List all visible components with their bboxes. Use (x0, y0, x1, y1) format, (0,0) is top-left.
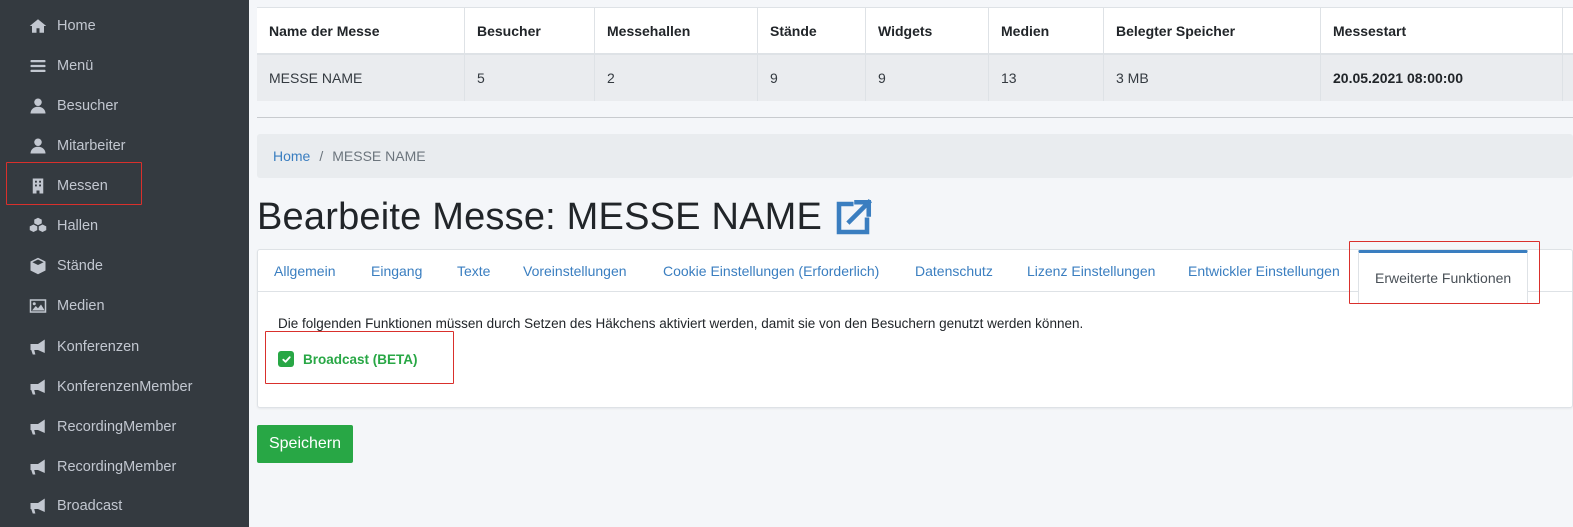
tab-cookie-einstellungen[interactable]: Cookie Einstellungen (Erforderlich) (663, 250, 879, 292)
sidebar-item-label: Medien (57, 298, 105, 314)
tab-lizenz-einstellungen[interactable]: Lizenz Einstellungen (1027, 250, 1155, 292)
sidebar-item-messen[interactable]: Messen (0, 166, 249, 206)
sidebar-item-label: Besucher (57, 98, 119, 114)
sidebar-item-label: Hallen (57, 218, 99, 234)
cubes-icon (28, 216, 48, 236)
header-cell: Besucher (465, 8, 595, 53)
table-cell: MESSE NAME (257, 55, 465, 101)
breadcrumb-home-link[interactable]: Home (273, 148, 310, 164)
table-row: MESSE NAME 5 2 9 9 13 3 MB 20.05.2021 08… (257, 55, 1573, 101)
sidebar-item-label: RecordingMember (57, 419, 177, 435)
tab-datenschutz[interactable]: Datenschutz (915, 250, 993, 292)
feature-description: Die folgenden Funktionen müssen durch Se… (278, 316, 1084, 331)
sidebar-item-recordingmember-2[interactable]: RecordingMember (0, 447, 249, 487)
image-icon (28, 296, 48, 316)
main-content: Name der Messe Besucher Messehallen Stän… (249, 0, 1573, 527)
building-icon (28, 176, 48, 196)
sidebar-item-label: Menü (57, 58, 94, 74)
table-cell: 2 (595, 55, 758, 101)
table-cell: 20.05.2021 08:00:00 (1321, 55, 1563, 101)
sidebar-item-broadcast[interactable]: Broadcast (0, 486, 249, 526)
header-cell: Medien (989, 8, 1104, 53)
bars-icon (28, 56, 48, 76)
stats-table: Name der Messe Besucher Messehallen Stän… (257, 7, 1573, 101)
header-cell: Messehallen (595, 8, 758, 53)
table-cell: 3 MB (1104, 55, 1321, 101)
external-link-icon[interactable] (832, 197, 874, 239)
page-title: Bearbeite Messe: MESSE NAME (257, 196, 874, 239)
home-icon (28, 16, 48, 36)
sidebar-item-konferenzen[interactable]: Konferenzen (0, 327, 249, 367)
sidebar-item-label: Home (57, 18, 96, 34)
sidebar-item-label: Broadcast (57, 498, 123, 514)
tab-voreinstellungen[interactable]: Voreinstellungen (523, 250, 627, 292)
sidebar: Home Menü Besucher Mitarbeiter Messen Ha… (0, 0, 249, 527)
broadcast-checkbox-row[interactable]: Broadcast (BETA) (278, 351, 418, 367)
tab-eingang[interactable]: Eingang (371, 250, 422, 292)
stats-table-header: Name der Messe Besucher Messehallen Stän… (257, 8, 1573, 55)
sidebar-item-mitarbeiter[interactable]: Mitarbeiter (0, 126, 249, 166)
sidebar-item-label: KonferenzenMember (57, 379, 193, 395)
settings-card: Allgemein Eingang Texte Voreinstellungen… (257, 249, 1573, 408)
page-title-text: Bearbeite Messe: MESSE NAME (257, 196, 823, 238)
cube-icon (28, 256, 48, 276)
breadcrumb-separator: / (319, 148, 324, 164)
tab-erweiterte-funktionen[interactable]: Erweiterte Funktionen (1358, 250, 1529, 303)
tab-allgemein[interactable]: Allgemein (274, 250, 335, 292)
header-cell: Stände (758, 8, 866, 53)
divider (257, 117, 1573, 118)
sidebar-item-medien[interactable]: Medien (0, 286, 249, 326)
tab-bar: Allgemein Eingang Texte Voreinstellungen… (258, 250, 1573, 303)
sidebar-item-konferenzenmember[interactable]: KonferenzenMember (0, 367, 249, 407)
sidebar-item-hallen[interactable]: Hallen (0, 206, 249, 246)
table-cell: 5 (465, 55, 595, 101)
header-cell: Belegter Speicher (1104, 8, 1321, 53)
breadcrumb-current: MESSE NAME (332, 148, 426, 164)
sidebar-item-label: Mitarbeiter (57, 138, 126, 154)
sidebar-item-label: RecordingMember (57, 459, 177, 475)
sidebar-item-menu[interactable]: Menü (0, 46, 249, 86)
tab-entwickler-einstellungen[interactable]: Entwickler Einstellungen (1188, 250, 1340, 292)
header-cell: Widgets (866, 8, 989, 53)
header-cell: Name der Messe (257, 8, 465, 53)
bullhorn-icon (28, 496, 48, 516)
broadcast-checkbox[interactable] (278, 351, 294, 367)
sidebar-item-staende[interactable]: Stände (0, 246, 249, 286)
sidebar-item-label: Messen (57, 178, 108, 194)
user-icon (28, 96, 48, 116)
bullhorn-icon (28, 457, 48, 477)
table-cell: 9 (758, 55, 866, 101)
user-icon (28, 136, 48, 156)
sidebar-item-label: Stände (57, 258, 103, 274)
bullhorn-icon (28, 417, 48, 437)
header-cell: Messestart (1321, 8, 1563, 53)
broadcast-checkbox-label: Broadcast (BETA) (303, 351, 418, 367)
table-cell: 9 (866, 55, 989, 101)
sidebar-item-label: Konferenzen (57, 339, 140, 355)
sidebar-item-besucher[interactable]: Besucher (0, 86, 249, 126)
sidebar-item-home[interactable]: Home (0, 6, 249, 46)
save-button[interactable]: Speichern (257, 425, 353, 463)
tab-texte[interactable]: Texte (457, 250, 490, 292)
bullhorn-icon (28, 337, 48, 357)
table-cell: 13 (989, 55, 1104, 101)
bullhorn-icon (28, 377, 48, 397)
sidebar-item-recordingmember[interactable]: RecordingMember (0, 407, 249, 447)
breadcrumb: Home / MESSE NAME (257, 134, 1573, 178)
